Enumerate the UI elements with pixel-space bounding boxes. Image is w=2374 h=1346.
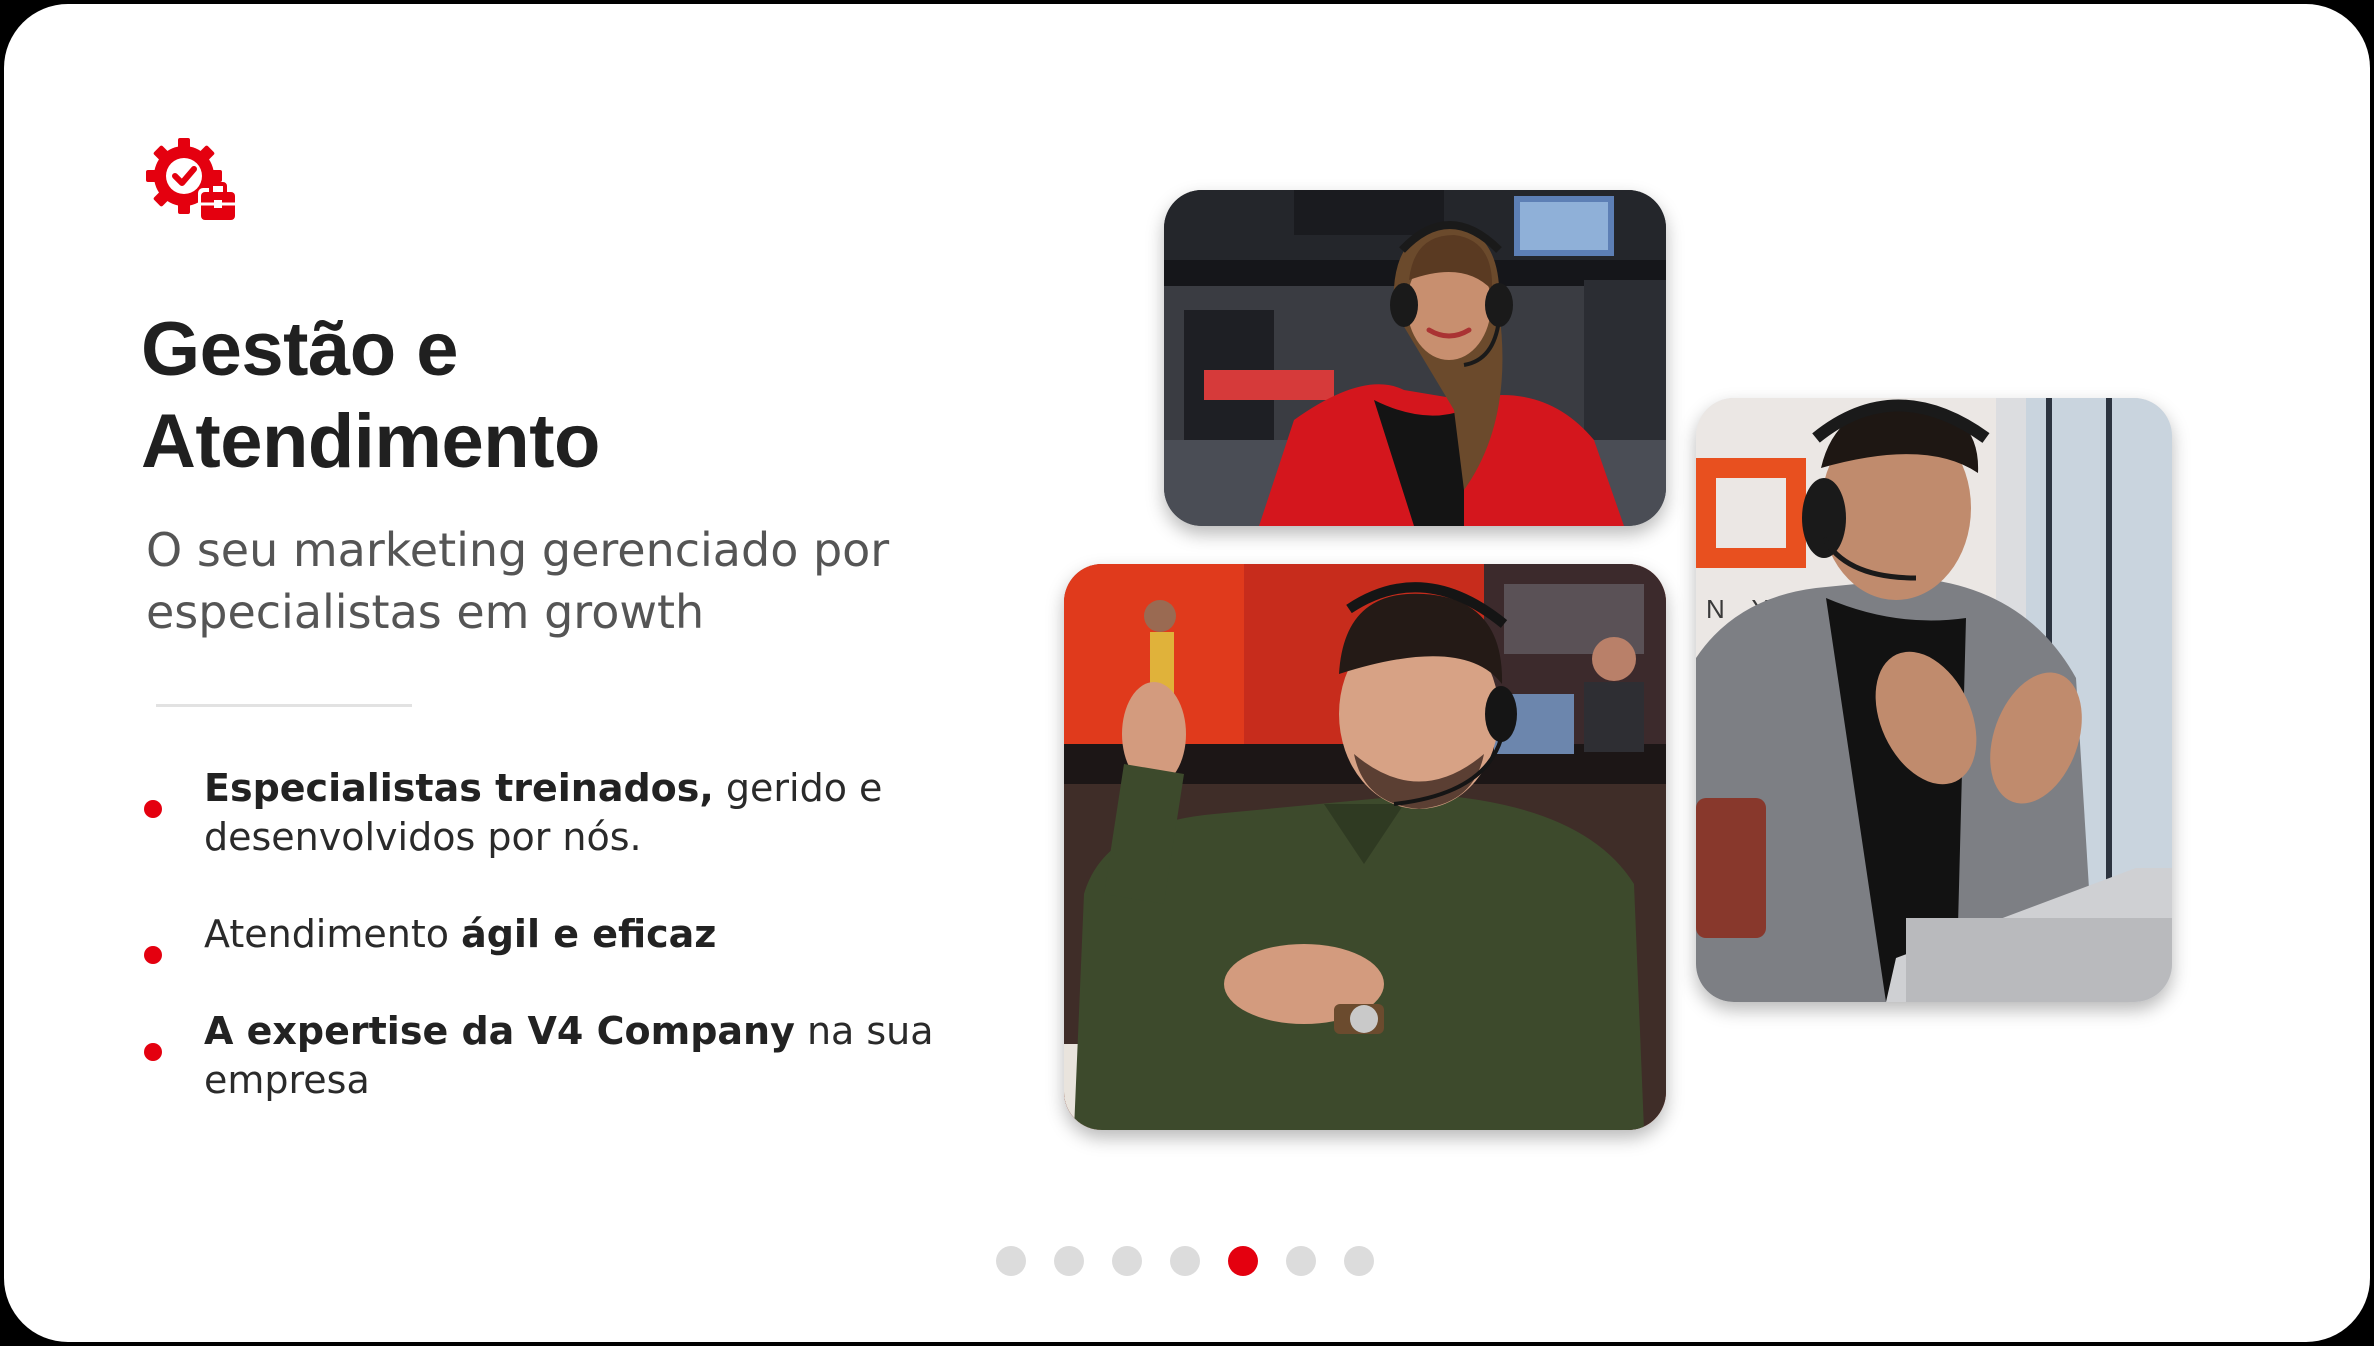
feature-bold: ágil e eficaz bbox=[461, 912, 717, 956]
pagination-dot[interactable] bbox=[1170, 1246, 1200, 1276]
feature-text: na sua bbox=[794, 1009, 934, 1053]
woman-with-headset-photo bbox=[1164, 190, 1666, 526]
pagination-dot[interactable] bbox=[996, 1246, 1026, 1276]
feature-bold: A expertise da V4 Company bbox=[204, 1009, 795, 1053]
pagination-dot[interactable] bbox=[1112, 1246, 1142, 1276]
bullet-dot-icon bbox=[144, 1043, 162, 1061]
pagination-dot[interactable] bbox=[1054, 1246, 1084, 1276]
slide-subtitle: O seu marketing gerenciado por especiali… bbox=[146, 519, 986, 643]
pagination-dot[interactable] bbox=[1286, 1246, 1316, 1276]
subtitle-line: O seu marketing gerenciado por bbox=[146, 523, 890, 577]
slide-card: Gestão e Atendimento O seu marketing ger… bbox=[4, 4, 2370, 1342]
feature-item: A expertise da V4 Company na sua empresa bbox=[140, 1007, 1020, 1105]
feature-text: gerido e bbox=[713, 766, 883, 810]
gear-briefcase-icon bbox=[142, 134, 242, 234]
feature-item: Atendimento ágil e eficaz bbox=[140, 910, 1020, 964]
slide-title: Gestão e Atendimento bbox=[141, 304, 941, 488]
feature-text: empresa bbox=[204, 1058, 370, 1102]
slide-pagination bbox=[996, 1246, 1374, 1276]
divider bbox=[156, 704, 412, 707]
pagination-dot-active[interactable] bbox=[1228, 1246, 1258, 1276]
subtitle-line: especialistas em growth bbox=[146, 585, 705, 639]
man-with-headset-gesturing-photo bbox=[1064, 564, 1666, 1130]
feature-bold: Especialistas treinados, bbox=[204, 766, 714, 810]
title-line: Gestão e bbox=[141, 307, 459, 392]
bullet-dot-icon bbox=[144, 800, 162, 818]
bullet-dot-icon bbox=[144, 946, 162, 964]
title-line: Atendimento bbox=[141, 399, 600, 484]
feature-item: Especialistas treinados, gerido e desenv… bbox=[140, 764, 1020, 862]
feature-text: Atendimento bbox=[204, 912, 462, 956]
feature-list: Especialistas treinados, gerido e desenv… bbox=[140, 764, 1020, 1105]
pagination-dot[interactable] bbox=[1344, 1246, 1374, 1276]
man-in-gray-blazer-with-headset-photo: N Y bbox=[1696, 398, 2172, 1002]
feature-text: desenvolvidos por nós. bbox=[204, 815, 642, 859]
